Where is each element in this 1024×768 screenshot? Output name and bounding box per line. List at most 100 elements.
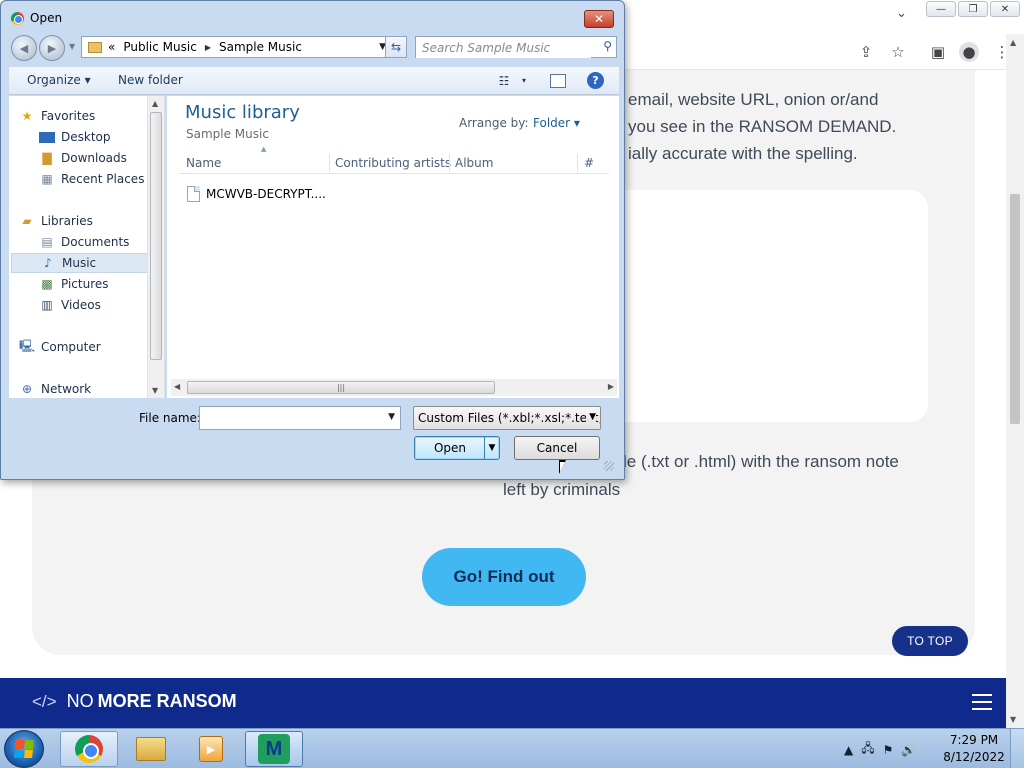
page-scrollbar-thumb[interactable] — [1010, 194, 1020, 424]
no-more-ransom-logo[interactable]: </> NO MORE RANSOM — [32, 691, 237, 712]
upload-text-line-2: left by criminals — [503, 480, 621, 499]
nav-scroll-down-icon[interactable]: ▼ — [152, 386, 158, 395]
instructions-line-1: email, website URL, onion or/and — [628, 90, 879, 109]
minimize-button[interactable]: — — [926, 1, 956, 17]
nav-pictures[interactable]: ▩ Pictures — [39, 274, 108, 294]
show-hidden-icons-icon[interactable]: ▲ — [844, 743, 853, 757]
nav-recent-places[interactable]: ▦ Recent Places — [39, 169, 144, 189]
bookmark-star-icon[interactable]: ☆ — [888, 42, 908, 62]
mouse-cursor-icon — [559, 460, 566, 474]
nav-music[interactable]: ♪ Music — [11, 253, 149, 273]
forward-button[interactable]: ▶ — [39, 35, 65, 61]
search-input[interactable] — [416, 38, 591, 58]
nav-documents[interactable]: ▤ Documents — [39, 232, 129, 252]
column-track-number[interactable]: # — [584, 156, 594, 170]
preview-pane-icon[interactable] — [550, 74, 566, 88]
taskbar-media-player[interactable]: ▶ — [182, 731, 240, 767]
close-window-button[interactable]: ✕ — [990, 1, 1020, 17]
taskbar-explorer[interactable] — [122, 731, 180, 767]
file-name-text: MCWVB-DECRYPT.... — [206, 187, 326, 201]
file-type-dropdown-icon[interactable]: ▼ — [586, 412, 596, 422]
hscroll-left-icon[interactable]: ◀ — [174, 382, 180, 391]
dialog-title: Open — [30, 11, 63, 25]
clock[interactable]: 7:29 PM 8/12/2022 — [942, 732, 1006, 766]
nav-network-label: Network — [41, 382, 92, 396]
nav-pane-scrollbar[interactable]: ▲ ▼ — [147, 96, 164, 398]
file-list-item[interactable]: MCWVB-DECRYPT.... — [187, 184, 326, 204]
hscroll-right-icon[interactable]: ▶ — [608, 382, 614, 391]
nav-documents-label: Documents — [61, 235, 130, 249]
breadcrumb-sample-music[interactable]: Sample Music — [219, 40, 302, 54]
instructions-line-2: you see in the RANSOM DEMAND. — [628, 117, 897, 136]
column-name[interactable]: Name — [186, 156, 221, 170]
nav-favorites[interactable]: ★ Favorites — [19, 106, 96, 126]
breadcrumb-separator-icon[interactable]: ▶ — [205, 43, 211, 52]
go-find-out-button[interactable]: Go! Find out — [422, 548, 586, 606]
search-icon[interactable]: ⚲ — [603, 39, 612, 53]
nav-downloads[interactable]: ▇ Downloads — [39, 148, 127, 168]
column-contributing-artists[interactable]: Contributing artists — [335, 156, 451, 170]
nav-computer[interactable]: 🖳 Computer — [19, 337, 101, 357]
sort-ascending-icon: ▲ — [261, 145, 267, 153]
recent-locations-dropdown-icon[interactable]: ▼ — [69, 42, 75, 51]
tab-search-chevron-icon[interactable]: ⌄ — [896, 6, 907, 21]
nav-scroll-up-icon[interactable]: ▲ — [152, 99, 158, 108]
nav-network[interactable]: ⊕ Network — [19, 379, 91, 398]
nav-videos[interactable]: ▥ Videos — [39, 295, 101, 315]
file-name-input[interactable] — [200, 407, 380, 429]
address-bar[interactable]: « Public Music ▶ Sample Music ▼ — [81, 36, 391, 58]
documents-icon: ▤ — [41, 235, 53, 249]
change-view-icon[interactable]: ☷ — [495, 72, 513, 89]
nav-pane-scroll-thumb[interactable] — [150, 112, 162, 360]
taskbar-chrome[interactable] — [60, 731, 118, 767]
network-tray-icon[interactable]: 🖧 — [861, 739, 874, 760]
column-album[interactable]: Album — [455, 156, 493, 170]
scroll-up-arrow-icon[interactable]: ▲ — [1010, 38, 1016, 47]
restore-button[interactable]: ❐ — [958, 1, 988, 17]
resize-grip[interactable] — [604, 461, 614, 471]
organize-button[interactable]: Organize ▾ — [27, 73, 91, 87]
search-box[interactable]: ⚲ — [415, 36, 617, 58]
taskbar-malwarebytes[interactable]: M — [245, 731, 303, 767]
start-button[interactable] — [4, 730, 44, 768]
show-desktop-button[interactable] — [1010, 729, 1024, 768]
column-divider — [329, 154, 330, 172]
help-icon[interactable]: ? — [587, 72, 604, 89]
clock-time: 7:29 PM — [949, 733, 999, 747]
view-dropdown-icon[interactable]: ▾ — [515, 72, 533, 89]
nav-libraries[interactable]: ▰ Libraries — [19, 211, 92, 231]
scroll-down-arrow-icon[interactable]: ▼ — [1010, 715, 1016, 724]
breadcrumb-public-music[interactable]: Public Music — [123, 40, 196, 54]
nav-desktop[interactable]: Desktop — [39, 127, 111, 147]
refresh-button[interactable]: ⇆ — [385, 36, 407, 58]
arrange-by-dropdown[interactable]: Folder ▾ — [533, 116, 580, 130]
media-player-icon: ▶ — [199, 736, 223, 762]
nav-favorites-label: Favorites — [41, 109, 96, 123]
file-type-filter[interactable]: Custom Files (*.xbl;*.xsl;*.text;*. ▼ — [413, 406, 601, 430]
file-name-dropdown-icon[interactable]: ▼ — [388, 412, 395, 422]
hscroll-thumb[interactable]: ||| — [187, 381, 495, 394]
action-center-flag-icon[interactable]: ⚑ — [883, 743, 894, 757]
share-icon[interactable]: ⇪ — [856, 42, 876, 62]
new-folder-button[interactable]: New folder — [118, 73, 183, 87]
cancel-button[interactable]: Cancel — [514, 436, 600, 460]
volume-icon[interactable]: 🔊 — [901, 743, 916, 757]
side-panel-icon[interactable]: ▣ — [928, 42, 948, 62]
profile-avatar-icon[interactable]: ● — [959, 42, 979, 62]
file-list-hscrollbar[interactable]: ◀ ||| ▶ — [171, 379, 617, 396]
dialog-close-button[interactable]: ✕ — [584, 10, 614, 28]
page-scrollbar[interactable]: ▲ ▼ — [1006, 34, 1024, 728]
computer-icon: 🖳 — [19, 338, 36, 353]
breadcrumb-overflow[interactable]: « — [108, 40, 115, 54]
back-button[interactable]: ◀ — [11, 35, 37, 61]
hamburger-menu-icon[interactable] — [972, 694, 992, 710]
open-button[interactable]: Open ▼ — [414, 436, 500, 460]
file-name-combobox[interactable]: ▼ — [199, 406, 401, 430]
open-split-dropdown-icon[interactable]: ▼ — [484, 437, 499, 459]
logo-text-no: NO — [66, 691, 94, 711]
file-list-pane: Music library Sample Music Arrange by: F… — [167, 96, 619, 398]
downloads-folder-icon: ▇ — [42, 151, 52, 165]
to-top-button[interactable]: TO TOP — [892, 626, 968, 656]
library-title: Music library — [185, 102, 300, 123]
instructions-text: email, website URL, onion or/and you see… — [628, 86, 896, 167]
